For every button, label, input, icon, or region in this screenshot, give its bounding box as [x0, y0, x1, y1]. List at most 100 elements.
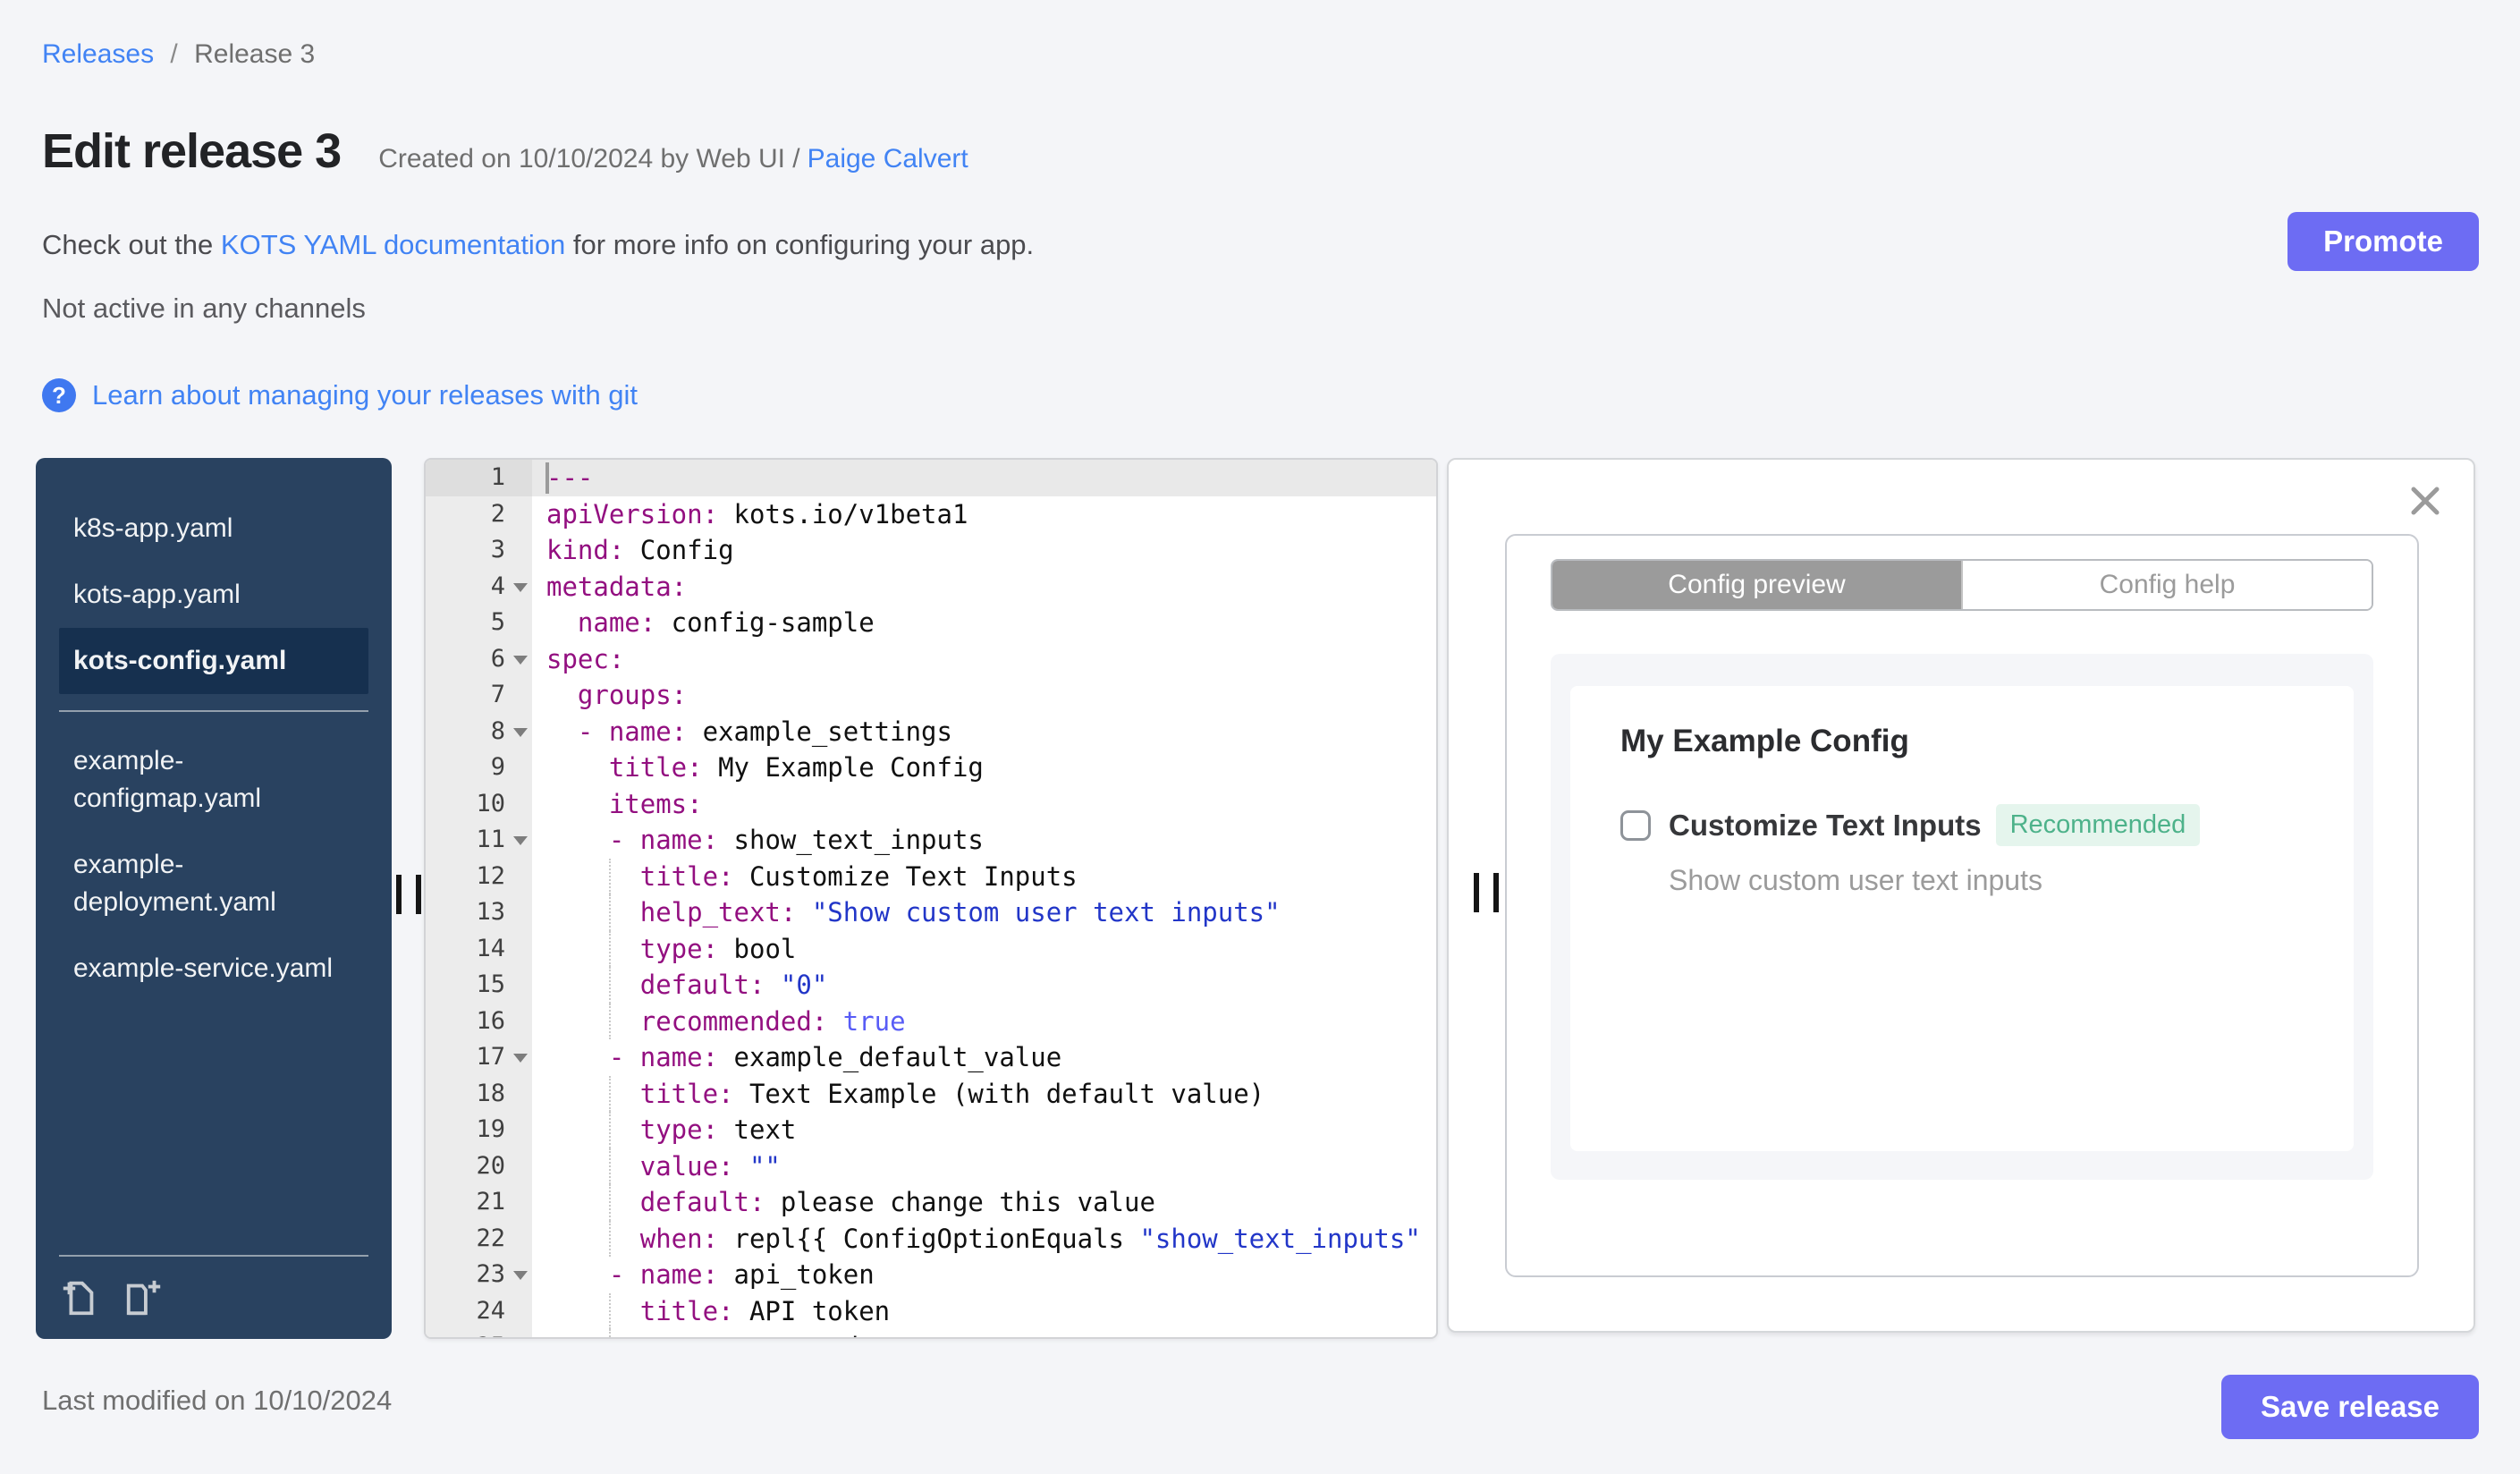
code-text[interactable]: when: repl{{ ConfigOptionEquals "show_te…: [532, 1220, 1436, 1257]
code-text[interactable]: recommended: true: [532, 1003, 1436, 1039]
code-line-25[interactable]: 25 type: password: [426, 1329, 1436, 1337]
code-text[interactable]: title: My Example Config: [532, 750, 1436, 786]
code-text[interactable]: title: Customize Text Inputs: [532, 858, 1436, 894]
indent-guide: [608, 1075, 611, 1112]
file-item-example-deployment.yaml[interactable]: example-deployment.yaml: [59, 832, 365, 936]
line-number: 10: [476, 789, 505, 817]
add-file-icon[interactable]: [59, 1277, 100, 1318]
code-text[interactable]: type: text: [532, 1112, 1436, 1148]
promote-button[interactable]: Promote: [2287, 212, 2479, 271]
code-text[interactable]: - name: example_settings: [532, 714, 1436, 750]
code-line-8[interactable]: 8 - name: example_settings: [426, 713, 1436, 750]
code-line-13[interactable]: 13 help_text: "Show custom user text inp…: [426, 894, 1436, 931]
code-text[interactable]: - name: api_token: [532, 1257, 1436, 1293]
file-item-kots-app.yaml[interactable]: kots-app.yaml: [59, 562, 365, 628]
channel-status: Not active in any channels: [42, 292, 366, 324]
code-text[interactable]: value: "": [532, 1148, 1436, 1184]
breadcrumb-releases-link[interactable]: Releases: [42, 39, 154, 69]
code-line-10[interactable]: 10 items:: [426, 785, 1436, 823]
customize-text-inputs-checkbox[interactable]: [1620, 809, 1651, 841]
line-gutter-20: 20: [426, 1148, 532, 1184]
line-gutter-6: 6: [426, 640, 532, 677]
code-text[interactable]: default: please change this value: [532, 1184, 1436, 1221]
close-icon[interactable]: [2409, 485, 2441, 517]
code-line-1[interactable]: 1 ---: [426, 460, 1436, 496]
code-text[interactable]: type: bool: [532, 930, 1436, 967]
line-number: 25: [426, 1329, 532, 1337]
save-release-button[interactable]: Save release: [2220, 1375, 2479, 1439]
code-line-20[interactable]: 20 value: "": [426, 1148, 1436, 1184]
code-line-4[interactable]: 4 metadata:: [426, 568, 1436, 606]
code-line-16[interactable]: 16 recommended: true: [426, 1003, 1436, 1039]
fold-arrow-icon[interactable]: [513, 727, 528, 737]
code-line-5[interactable]: 5 name: config-sample: [426, 605, 1436, 641]
code-text[interactable]: - name: example_default_value: [532, 1039, 1436, 1076]
code-text[interactable]: name: config-sample: [532, 605, 1436, 641]
line-gutter-24: 24: [426, 1292, 532, 1329]
line-gutter-4: 4: [426, 568, 532, 605]
code-line-2[interactable]: 2 apiVersion: kots.io/v1beta1: [426, 496, 1436, 533]
author-link[interactable]: Paige Calvert: [808, 144, 968, 174]
code-line-17[interactable]: 17 - name: example_default_value: [426, 1039, 1436, 1076]
code-line-15[interactable]: 15 default: "0": [426, 967, 1436, 1004]
sidebar-resize-handle[interactable]: [396, 875, 421, 914]
kots-docs-link[interactable]: KOTS YAML documentation: [221, 229, 565, 260]
line-gutter-8: 8: [426, 713, 532, 750]
code-text[interactable]: apiVersion: kots.io/v1beta1: [532, 496, 1436, 533]
line-number: 2: [490, 499, 505, 528]
line-number: 13: [476, 898, 505, 926]
code-line-21[interactable]: 21 default: please change this value: [426, 1184, 1436, 1221]
title-row: Edit release 3 Created on 10/10/2024 by …: [42, 123, 968, 179]
code-line-19[interactable]: 19 type: text: [426, 1112, 1436, 1148]
config-group-card: My Example Config Customize Text Inputs …: [1570, 686, 2354, 1151]
file-item-example-configmap.yaml[interactable]: example-configmap.yaml: [59, 728, 365, 832]
fold-arrow-icon[interactable]: [513, 1054, 528, 1063]
code-line-18[interactable]: 18 title: Text Example (with default val…: [426, 1075, 1436, 1112]
fold-arrow-icon[interactable]: [513, 1271, 528, 1280]
file-item-k8s-app.yaml[interactable]: k8s-app.yaml: [59, 496, 365, 562]
file-list: k8s-app.yaml kots-app.yaml kots-config.yam…: [36, 458, 392, 1002]
indent-guide: [608, 1329, 611, 1337]
yaml-editor[interactable]: 1 --- 2 apiVersion: kots.io/v1beta1 3 kind: C…: [424, 458, 1438, 1339]
line-gutter-12: 12: [426, 858, 532, 894]
code-text[interactable]: ---: [532, 460, 1436, 496]
code-text[interactable]: type: password: [532, 1329, 1436, 1337]
preview-resize-handle[interactable]: [1474, 873, 1499, 912]
code-lines: 1 --- 2 apiVersion: kots.io/v1beta1 3 kind: C…: [426, 460, 1436, 1337]
code-line-7[interactable]: 7 groups:: [426, 677, 1436, 714]
code-text[interactable]: title: Text Example (with default value): [532, 1075, 1436, 1112]
fold-arrow-icon[interactable]: [513, 655, 528, 665]
code-line-23[interactable]: 23 - name: api_token: [426, 1257, 1436, 1293]
code-text[interactable]: kind: Config: [532, 532, 1436, 569]
code-line-14[interactable]: 14 type: bool: [426, 930, 1436, 967]
code-text[interactable]: items:: [532, 786, 1436, 823]
code-text[interactable]: title: API token: [532, 1292, 1436, 1329]
code-text[interactable]: help_text: "Show custom user text inputs…: [532, 894, 1436, 931]
indent-guide: [608, 967, 611, 1004]
line-gutter-7: 7: [426, 677, 532, 714]
code-text[interactable]: groups:: [532, 677, 1436, 714]
code-line-24[interactable]: 24 title: API token: [426, 1292, 1436, 1329]
code-text[interactable]: metadata:: [532, 569, 1436, 606]
file-item-kots-config.yaml[interactable]: kots-config.yaml: [59, 628, 368, 694]
file-item-example-service.yaml[interactable]: example-service.yaml: [59, 936, 365, 1002]
text-cursor: [545, 462, 549, 494]
code-line-6[interactable]: 6 spec:: [426, 640, 1436, 678]
tab-config-preview[interactable]: Config preview: [1552, 561, 1961, 609]
fold-arrow-icon[interactable]: [513, 582, 528, 592]
code-line-11[interactable]: 11 - name: show_text_inputs: [426, 822, 1436, 859]
docs-line: Check out the KOTS YAML documentation fo…: [42, 229, 1034, 261]
tab-config-help[interactable]: Config help: [1961, 561, 2372, 609]
code-line-22[interactable]: 22 when: repl{{ ConfigOptionEquals "show…: [426, 1220, 1436, 1257]
code-text[interactable]: spec:: [532, 641, 1436, 678]
code-line-3[interactable]: 3 kind: Config: [426, 532, 1436, 569]
code-text[interactable]: default: "0": [532, 967, 1436, 1004]
add-folder-icon[interactable]: [123, 1277, 165, 1318]
code-line-9[interactable]: 9 title: My Example Config: [426, 750, 1436, 786]
code-text[interactable]: - name: show_text_inputs: [532, 822, 1436, 859]
indent-guide: [608, 1003, 611, 1039]
code-line-12[interactable]: 12 title: Customize Text Inputs: [426, 858, 1436, 894]
line-gutter-9: 9: [426, 750, 532, 786]
fold-arrow-icon[interactable]: [513, 836, 528, 845]
git-releases-link[interactable]: Learn about managing your releases with …: [92, 379, 638, 411]
